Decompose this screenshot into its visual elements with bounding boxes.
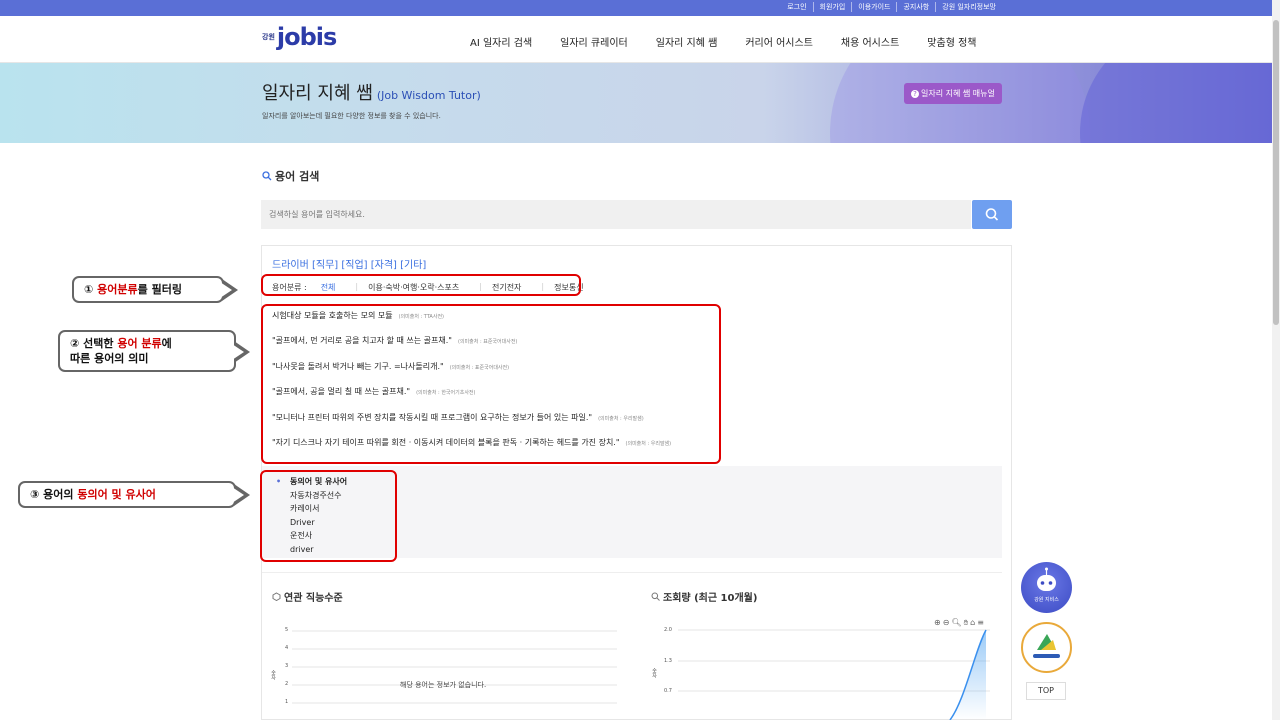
callout-text: ② 선택한 xyxy=(70,337,118,350)
search-icon xyxy=(651,592,660,601)
search-button[interactable] xyxy=(972,200,1012,229)
term-search-title: 용어 검색 xyxy=(262,168,319,184)
page-title-ko: 일자리 지혜 쌤 xyxy=(262,83,373,104)
views-title-label: 조회량 (최근 10개월) xyxy=(663,593,758,604)
login-link[interactable]: 로그인 xyxy=(781,2,812,12)
y-tick: 4 xyxy=(285,645,289,651)
callout-highlight: 용어분류 xyxy=(97,283,138,296)
page-title-en: (Job Wisdom Tutor) xyxy=(376,89,481,102)
gangwon-jobs-link[interactable]: 강원 일자리정보망 xyxy=(935,2,1002,12)
y-tick: 5 xyxy=(285,627,289,633)
nav-job-curator[interactable]: 일자리 큐레이터 xyxy=(560,34,628,49)
main-nav: AI 일자리 검색 일자리 큐레이터 일자리 지혜 쌤 커리어 어시스트 채용 … xyxy=(470,34,1004,49)
cube-icon xyxy=(272,592,281,601)
callout-text: 에 xyxy=(161,337,172,350)
search-icon xyxy=(985,208,999,221)
y-tick: 3 xyxy=(285,663,289,669)
arrow-right-icon xyxy=(232,484,250,506)
views-chart xyxy=(678,629,990,720)
callout-highlight: 동의어 및 유사어 xyxy=(77,488,156,501)
scrollbar-thumb[interactable] xyxy=(1273,20,1279,325)
callout-text: ① xyxy=(84,283,98,296)
y-tick: 2 xyxy=(285,681,289,687)
related-skill-title: 연관 직능수준 xyxy=(272,589,343,604)
term-search-title-label: 용어 검색 xyxy=(275,170,320,183)
term-search-box xyxy=(261,200,971,229)
y-tick: 1.3 xyxy=(664,658,672,664)
logo-wordmark: jobis xyxy=(276,23,337,51)
callout-text: 를 필터링 xyxy=(137,283,182,296)
highlight-filter-box xyxy=(261,274,581,296)
manual-button-label: 일자리 지혜 쌤 매뉴얼 xyxy=(921,89,995,98)
page-banner: 일자리 지혜 쌤 (Job Wisdom Tutor) 일자리를 알아보는데 필요… xyxy=(0,63,1272,143)
assistant-label: 강원 지비스 xyxy=(1034,597,1059,603)
guide-link[interactable]: 이용가이드 xyxy=(851,2,896,12)
term-search-input[interactable] xyxy=(261,200,971,229)
arrow-right-icon xyxy=(232,341,250,363)
arrow-right-icon xyxy=(220,279,238,301)
top-links: 로그인 회원가입 이용가이드 공지사항 강원 일자리정보망 xyxy=(781,2,1002,12)
y-tick: 1 xyxy=(285,699,289,705)
logo-region: 강원 xyxy=(262,33,275,41)
question-icon: ? xyxy=(911,90,919,98)
y-axis-label: 숫자 xyxy=(270,670,276,680)
nav-career-assist[interactable]: 커리어 어시스트 xyxy=(745,34,813,49)
related-skill-title-label: 연관 직능수준 xyxy=(284,593,343,604)
y-axis-label: 숫자 xyxy=(651,668,657,678)
gangwon-logo-icon xyxy=(1033,634,1060,658)
top-utility-bar: 로그인 회원가입 이용가이드 공지사항 강원 일자리정보망 xyxy=(0,0,1272,16)
y-tick: 0.7 xyxy=(664,688,672,694)
callout-filter: ① 용어분류를 필터링 xyxy=(72,276,224,303)
nav-custom-policy[interactable]: 맞춤형 정책 xyxy=(927,34,976,49)
nav-job-wisdom-tutor[interactable]: 일자리 지혜 쌤 xyxy=(656,34,718,49)
callout-meaning: ② 선택한 용어 분류에 따른 용어의 의미 xyxy=(58,330,236,372)
nav-ai-job-search[interactable]: AI 일자리 검색 xyxy=(470,34,532,49)
page-title: 일자리 지혜 쌤 (Job Wisdom Tutor) xyxy=(262,79,481,105)
nav-hiring-assist[interactable]: 채용 어시스트 xyxy=(841,34,899,49)
notice-link[interactable]: 공지사항 xyxy=(896,2,935,12)
highlight-meaning-box xyxy=(261,304,721,464)
signup-link[interactable]: 회원가입 xyxy=(812,2,852,12)
logo[interactable]: 강원 jobis xyxy=(262,23,337,51)
manual-button[interactable]: ? 일자리 지혜 쌤 매뉴얼 xyxy=(904,83,1002,104)
callout-text: ③ 용어의 xyxy=(30,488,78,501)
robot-icon xyxy=(1037,567,1056,591)
page-subtitle: 일자리를 알아보는데 필요한 다양한 정보를 찾을 수 있습니다. xyxy=(262,112,441,120)
y-tick: 2.0 xyxy=(664,627,672,633)
scroll-top-button[interactable]: TOP xyxy=(1026,682,1066,700)
related-skill-chart xyxy=(292,630,617,704)
callout-text: 따른 용어의 의미 xyxy=(70,352,149,365)
highlight-synonym-box xyxy=(260,470,397,562)
term-title: 드라이버 [직무] [직업] [자격] [기타] xyxy=(272,260,427,271)
views-title: 조회량 (최근 10개월) xyxy=(651,589,757,604)
gangwon-job-center-button[interactable] xyxy=(1021,622,1072,673)
assistant-chatbot-button[interactable]: 강원 지비스 xyxy=(1021,562,1072,613)
callout-synonym: ③ 용어의 동의어 및 유사어 xyxy=(18,481,236,508)
callout-highlight: 용어 분류 xyxy=(117,337,162,350)
search-icon xyxy=(262,171,272,181)
page-scrollbar[interactable] xyxy=(1272,0,1280,720)
no-data-message: 해당 용어는 정보가 없습니다. xyxy=(400,681,487,689)
site-header: 강원 jobis AI 일자리 검색 일자리 큐레이터 일자리 지혜 쌤 커리어… xyxy=(0,16,1272,63)
